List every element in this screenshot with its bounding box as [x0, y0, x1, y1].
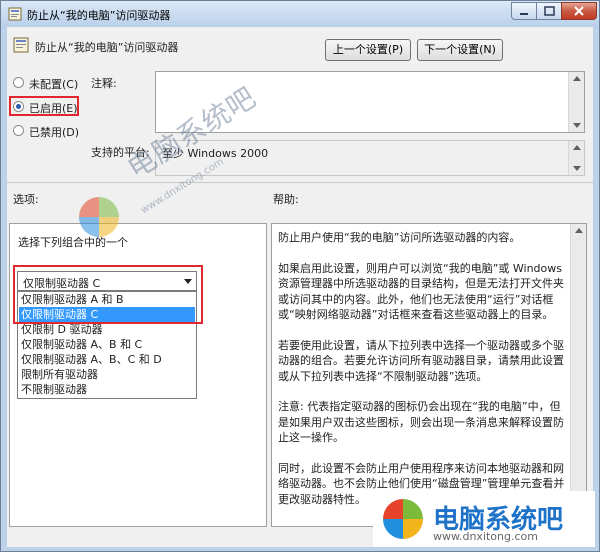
platform-scrollbar[interactable]	[568, 141, 584, 175]
window-title: 防止从“我的电脑”访问驱动器	[27, 9, 171, 22]
dialog-client: 防止从“我的电脑”访问驱动器 上一个设置(P) 下一个设置(N) 未配置(C) …	[7, 27, 593, 547]
highlight-box-combo	[13, 265, 203, 324]
radio-label: 未配置(C)	[29, 78, 79, 91]
radio-disabled[interactable]: 已禁用(D)	[13, 123, 133, 139]
help-panel: 防止用户使用“我的电脑”访问所选驱动器的内容。 如果启用此设置，则用户可以浏览“…	[271, 223, 587, 527]
help-paragraph: 防止用户使用“我的电脑”访问所选驱动器的内容。	[278, 231, 521, 244]
help-text: 防止用户使用“我的电脑”访问所选驱动器的内容。 如果启用此设置，则用户可以浏览“…	[278, 230, 568, 522]
maximize-icon	[544, 6, 555, 16]
previous-setting-button[interactable]: 上一个设置(P)	[325, 39, 411, 61]
scroll-up-icon[interactable]	[573, 145, 581, 150]
dropdown-item[interactable]: 不限制驱动器	[21, 383, 87, 397]
dropdown-item[interactable]: 仅限制 D 驱动器	[21, 323, 102, 337]
close-icon	[574, 6, 584, 16]
options-label: 选项:	[13, 193, 39, 206]
scroll-down-icon[interactable]	[573, 123, 581, 128]
watermark-logo-icon	[383, 499, 423, 539]
policy-settings-icon	[8, 7, 22, 21]
next-setting-button[interactable]: 下一个设置(N)	[417, 39, 503, 61]
highlight-box-enabled	[9, 96, 79, 116]
policy-window: 防止从“我的电脑”访问驱动器 防止从“我的电脑”访问驱动器 上一个设置(P) 下…	[0, 0, 600, 552]
help-label: 帮助:	[273, 193, 299, 206]
radio-indicator	[13, 125, 24, 136]
maximize-button[interactable]	[536, 2, 562, 20]
radio-indicator	[13, 77, 24, 88]
minimize-button[interactable]	[511, 2, 537, 20]
title-bar[interactable]: 防止从“我的电脑”访问驱动器	[1, 1, 599, 27]
help-paragraph: 如果启用此设置，则用户可以浏览“我的电脑”或 Windows 资源管理器中所选驱…	[278, 261, 564, 322]
scroll-up-icon[interactable]	[575, 228, 583, 233]
help-paragraph: 若要使用此设置，请从下拉列表中选择一个驱动器或多个驱动器的组合。若要允许访问所有…	[278, 338, 564, 383]
help-paragraph: 注意: 代表指定驱动器的图标仍会出现在“我的电脑”中，但是如果用户双击这些图标，…	[278, 400, 564, 444]
watermark-brand-url: www.dnxitong.com	[433, 530, 538, 543]
radio-label: 已禁用(D)	[29, 126, 80, 139]
setting-title: 防止从“我的电脑”访问驱动器	[35, 41, 179, 54]
close-button[interactable]	[561, 2, 597, 20]
watermark-badge: 电脑系统吧 www.dnxitong.com	[373, 491, 595, 547]
minimize-icon	[520, 13, 528, 15]
policy-settings-icon	[13, 37, 29, 53]
divider	[7, 182, 593, 183]
comment-scrollbar[interactable]	[568, 72, 584, 132]
help-scrollbar[interactable]	[570, 224, 586, 526]
comment-label: 注释:	[91, 77, 117, 90]
dropdown-item[interactable]: 仅限制驱动器 A、B 和 C	[21, 338, 142, 352]
watermark-logo-icon	[79, 197, 119, 237]
scroll-up-icon[interactable]	[573, 76, 581, 81]
dropdown-item[interactable]: 限制所有驱动器	[21, 368, 98, 382]
dropdown-item[interactable]: 仅限制驱动器 A、B、C 和 D	[21, 353, 162, 367]
scroll-down-icon[interactable]	[573, 166, 581, 171]
